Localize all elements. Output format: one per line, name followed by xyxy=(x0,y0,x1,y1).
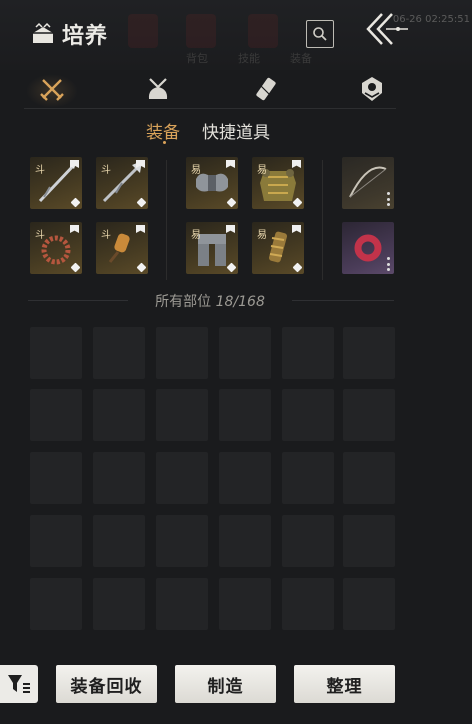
inventory-slot[interactable] xyxy=(30,578,82,630)
inventory-slot[interactable] xyxy=(343,578,395,630)
gem-icon xyxy=(362,77,382,101)
inventory-slot[interactable] xyxy=(30,327,82,379)
item-grade: 易 xyxy=(191,165,201,176)
inventory-count: 所有部位 18/168 xyxy=(130,291,290,311)
inventory-slot[interactable] xyxy=(282,389,334,441)
inventory-slot[interactable] xyxy=(219,327,271,379)
filter-icon xyxy=(8,675,30,693)
equip-slot-bracers[interactable]: 易 xyxy=(252,222,304,274)
inventory-slot[interactable] xyxy=(93,327,145,379)
slot-divider xyxy=(166,160,167,280)
tab-weapons[interactable] xyxy=(36,72,68,106)
category-tabs xyxy=(24,72,396,110)
ghost-tab-icon xyxy=(128,14,158,48)
equip-slot-weapon-2[interactable]: 斗 xyxy=(96,157,148,209)
inventory-slot[interactable] xyxy=(282,578,334,630)
item-grade: 斗 xyxy=(101,165,111,176)
inventory-slot[interactable] xyxy=(30,389,82,441)
inventory-slot[interactable] xyxy=(282,515,334,567)
tab-materials[interactable] xyxy=(356,72,388,106)
search-icon xyxy=(313,27,327,41)
subtab-indicator xyxy=(163,141,166,144)
subtab-quick-items[interactable]: 快捷道具 xyxy=(202,118,270,143)
inventory-count-value: 18/168 xyxy=(215,294,265,310)
ghost-tab-label: 技能 xyxy=(238,52,260,65)
subtab-equipment[interactable]: 装备 xyxy=(146,118,180,143)
equip-slot-legs[interactable]: 易 xyxy=(186,222,238,274)
item-grade: 易 xyxy=(257,230,267,241)
tab-scrolls[interactable] xyxy=(250,72,282,106)
item-grade: 易 xyxy=(257,165,267,176)
inventory-slot[interactable] xyxy=(93,515,145,567)
search-button[interactable] xyxy=(306,20,334,48)
inventory-slot[interactable] xyxy=(282,327,334,379)
inventory-slot[interactable] xyxy=(343,515,395,567)
crossed-swords-icon xyxy=(40,79,64,101)
equip-slot-accessory-2[interactable]: 斗 xyxy=(96,222,148,274)
ghost-tab-icon xyxy=(248,14,278,48)
equip-slot-chest[interactable]: 易 xyxy=(252,157,304,209)
inventory-slot[interactable] xyxy=(30,452,82,504)
ghost-tab-label: 装备 xyxy=(290,52,312,65)
page-header: 培养 xyxy=(30,18,108,50)
pouch-icon xyxy=(148,78,168,99)
equip-slot-weapon-1[interactable]: 斗 xyxy=(30,157,82,209)
inventory-slot[interactable] xyxy=(30,515,82,567)
chest-icon xyxy=(33,22,53,43)
item-grade: 斗 xyxy=(101,230,111,241)
count-divider-right xyxy=(292,300,394,301)
item-grade: 易 xyxy=(191,230,201,241)
ghost-tab-label: 背包 xyxy=(186,52,208,65)
equip-slot-accessory-1[interactable]: 斗 xyxy=(30,222,82,274)
slot-divider xyxy=(322,160,323,280)
inventory-slot[interactable] xyxy=(343,452,395,504)
inventory-slot[interactable] xyxy=(93,452,145,504)
inventory-slot[interactable] xyxy=(343,389,395,441)
inventory-slot[interactable] xyxy=(219,515,271,567)
inventory-slot[interactable] xyxy=(343,327,395,379)
inventory-slot[interactable] xyxy=(219,578,271,630)
item-grade: 斗 xyxy=(35,230,45,241)
inventory-slot[interactable] xyxy=(156,327,208,379)
scroll-icon xyxy=(256,77,276,101)
back-button[interactable] xyxy=(360,10,410,48)
page-title: 培养 xyxy=(62,24,109,49)
inventory-slot[interactable] xyxy=(156,389,208,441)
equip-slot-shoulder[interactable]: 易 xyxy=(186,157,238,209)
more-options-icon xyxy=(387,257,391,271)
filter-button[interactable] xyxy=(0,665,38,703)
inventory-slot[interactable] xyxy=(156,515,208,567)
equip-slot-ring[interactable] xyxy=(342,222,394,274)
inventory-slot[interactable] xyxy=(219,389,271,441)
subtab-bar: 装备 快捷道具 xyxy=(146,118,270,143)
inventory-slot[interactable] xyxy=(156,452,208,504)
item-grade: 斗 xyxy=(35,165,45,176)
inventory-slot[interactable] xyxy=(156,578,208,630)
inventory-label: 所有部位 xyxy=(155,294,212,310)
tab-divider xyxy=(24,108,396,109)
ghost-tab-icon xyxy=(186,14,216,48)
craft-button[interactable]: 制造 xyxy=(175,665,276,703)
inventory-slot[interactable] xyxy=(93,578,145,630)
equip-slot-bow[interactable] xyxy=(342,157,394,209)
double-chevron-left-icon xyxy=(366,13,408,45)
sort-button[interactable]: 整理 xyxy=(294,665,395,703)
tab-consumables[interactable] xyxy=(142,72,174,106)
count-divider-left xyxy=(28,300,128,301)
inventory-slot[interactable] xyxy=(93,389,145,441)
inventory-slot[interactable] xyxy=(282,452,334,504)
inventory-slot[interactable] xyxy=(219,452,271,504)
recycle-button[interactable]: 装备回收 xyxy=(56,665,157,703)
more-options-icon xyxy=(387,192,391,206)
